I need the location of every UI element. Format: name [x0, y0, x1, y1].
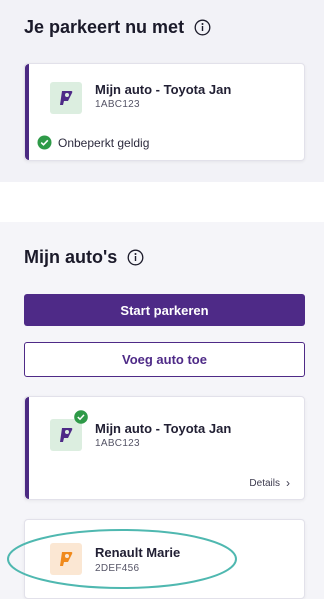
check-circle-icon — [37, 135, 52, 150]
car-plate: 2DEF456 — [95, 563, 140, 574]
active-car-plate: 1ABC123 — [95, 99, 140, 110]
status-row: Onbeperkt geldig — [37, 135, 149, 150]
active-parking-card[interactable]: Mijn auto - Toyota Jan 1ABC123 Onbeperkt… — [24, 63, 305, 161]
my-cars-heading: Mijn auto's — [24, 247, 144, 268]
add-car-button[interactable]: Voeg auto toe — [24, 342, 305, 377]
parking-logo-icon — [50, 543, 82, 575]
car-card-renault[interactable]: Renault Marie 2DEF456 — [24, 519, 305, 599]
my-cars-title: Mijn auto's — [24, 247, 118, 267]
card-accent-stripe — [25, 64, 29, 160]
card-accent-stripe — [25, 397, 29, 499]
car-card-toyota[interactable]: Mijn auto - Toyota Jan 1ABC123 Details › — [24, 396, 305, 500]
car-name: Mijn auto - Toyota Jan — [95, 421, 232, 436]
details-link[interactable]: Details › — [249, 476, 290, 490]
car-plate: 1ABC123 — [95, 438, 140, 449]
parking-now-heading: Je parkeert nu met — [24, 17, 211, 38]
check-circle-icon — [74, 410, 88, 424]
start-parking-button[interactable]: Start parkeren — [24, 294, 305, 326]
info-icon[interactable] — [127, 249, 144, 266]
parking-logo-icon — [50, 82, 82, 114]
info-icon[interactable] — [194, 19, 211, 36]
chevron-right-icon: › — [286, 476, 290, 490]
details-label: Details — [249, 477, 280, 489]
status-text: Onbeperkt geldig — [58, 135, 150, 150]
section-divider — [0, 182, 324, 222]
car-name: Renault Marie — [95, 545, 181, 560]
parking-now-title: Je parkeert nu met — [24, 17, 185, 37]
active-car-name: Mijn auto - Toyota Jan — [95, 82, 232, 97]
